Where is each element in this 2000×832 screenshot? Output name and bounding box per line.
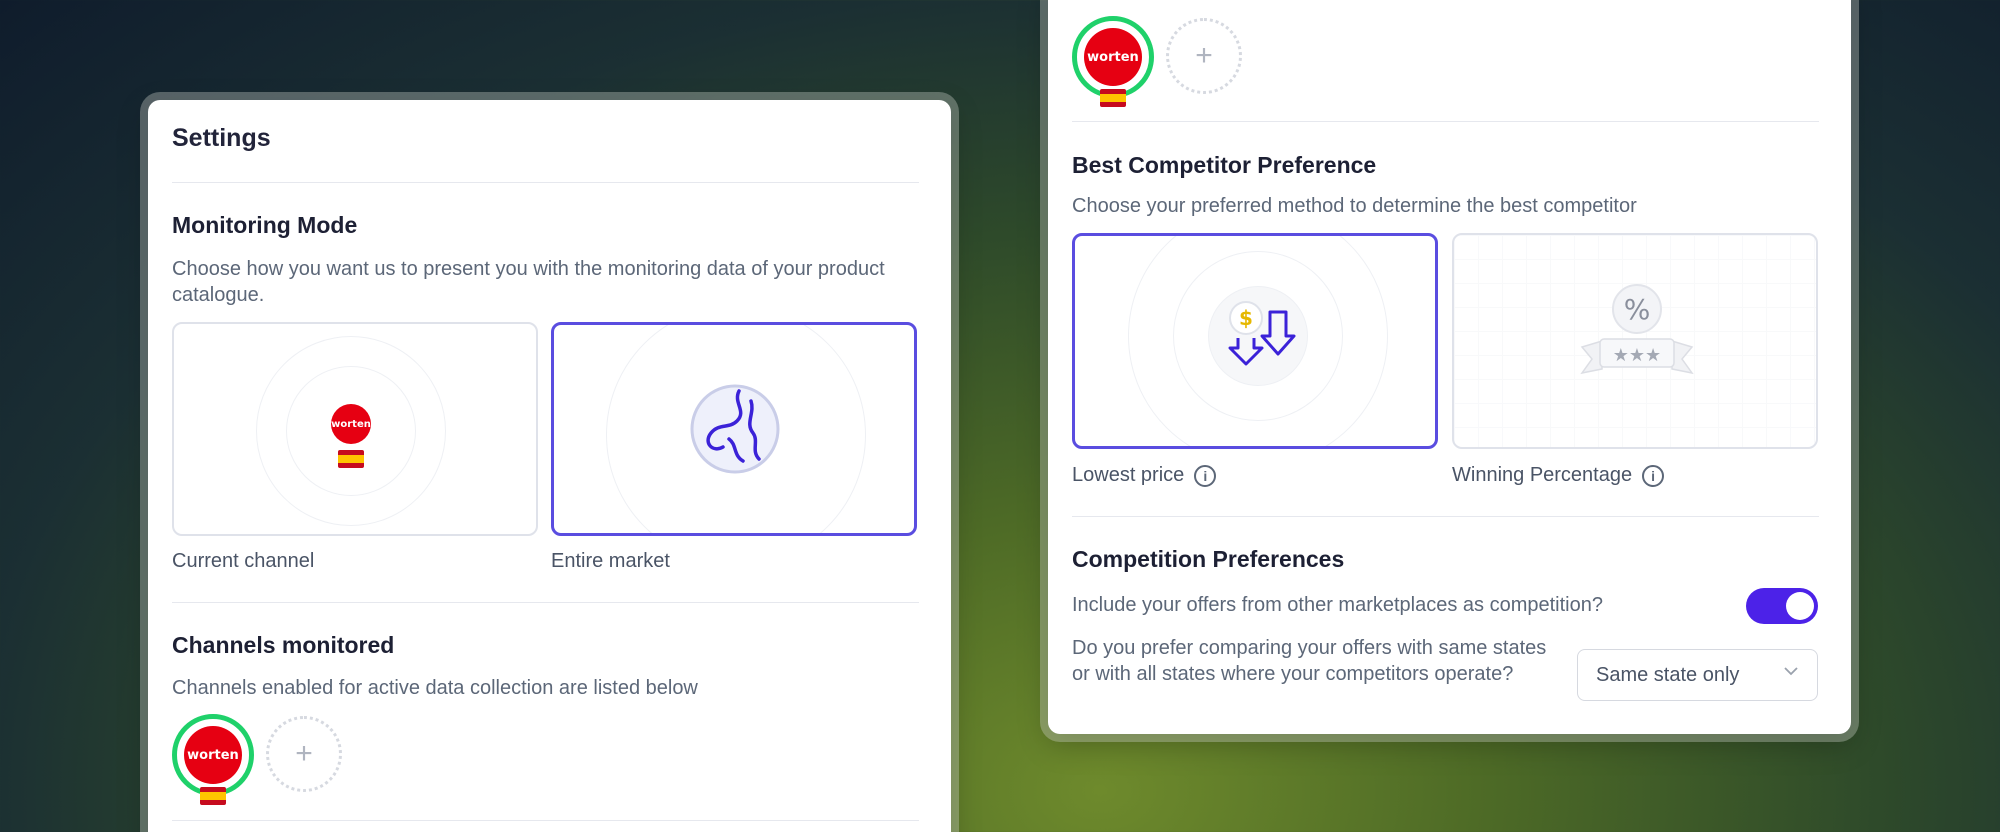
divider <box>1072 516 1819 517</box>
spain-flag-icon <box>200 787 226 805</box>
competition-preferences-heading: Competition Preferences <box>1072 546 1345 572</box>
winning-percentage-label: Winning Percentage i <box>1452 464 1665 487</box>
best-competitor-description: Choose your preferred method to determin… <box>1072 195 1637 217</box>
settings-panel: Settings Monitoring Mode Choose how you … <box>148 100 951 832</box>
worten-logo-icon: worten <box>184 726 242 784</box>
add-channel-button[interactable]: + <box>266 716 342 792</box>
current-channel-option[interactable]: worten <box>172 322 538 536</box>
divider <box>172 602 919 603</box>
competitor-settings-panel: worten + Best Competitor Preference Choo… <box>1048 0 1851 734</box>
states-select[interactable]: Same state only <box>1577 649 1818 701</box>
states-select-value: Same state only <box>1596 663 1740 686</box>
divider <box>172 820 919 821</box>
current-channel-label: Current channel <box>172 550 315 572</box>
info-icon[interactable]: i <box>1642 464 1665 487</box>
channels-monitored-heading: Channels monitored <box>172 632 395 658</box>
monitoring-mode-description: Choose how you want us to present you wi… <box>172 258 885 306</box>
spain-flag-icon <box>338 450 364 468</box>
lowest-price-option[interactable]: $ <box>1072 233 1438 449</box>
entire-market-option[interactable] <box>551 322 917 536</box>
lowest-price-label: Lowest price i <box>1072 464 1217 487</box>
monitoring-mode-heading: Monitoring Mode <box>172 212 358 238</box>
include-offers-toggle[interactable] <box>1746 588 1818 624</box>
spain-flag-icon <box>1100 89 1126 107</box>
info-icon[interactable]: i <box>1194 464 1217 487</box>
entire-market-label: Entire market <box>551 550 670 572</box>
worten-logo-icon: worten <box>1084 28 1142 86</box>
svg-text:$: $ <box>1239 306 1253 330</box>
percent-badge-icon: % ★★★ <box>1580 284 1694 375</box>
svg-text:★★★: ★★★ <box>1613 345 1661 366</box>
price-down-icon: $ <box>1228 301 1296 366</box>
add-channel-button[interactable]: + <box>1166 18 1242 94</box>
settings-title: Settings <box>172 124 271 152</box>
divider <box>1072 121 1819 122</box>
winning-percentage-option[interactable]: % ★★★ <box>1452 233 1818 449</box>
globe-map-icon <box>690 384 780 474</box>
divider <box>172 182 919 183</box>
worten-logo-icon: worten <box>331 404 371 444</box>
plus-icon: + <box>295 737 313 770</box>
best-competitor-heading: Best Competitor Preference <box>1072 152 1377 178</box>
plus-icon: + <box>1195 39 1213 72</box>
chevron-down-icon <box>1783 663 1799 684</box>
svg-text:%: % <box>1624 293 1651 326</box>
toggle-knob <box>1786 592 1814 620</box>
states-question: Do you prefer comparing your offers with… <box>1072 637 1547 685</box>
channels-monitored-description: Channels enabled for active data collect… <box>172 677 698 699</box>
include-offers-question: Include your offers from other marketpla… <box>1072 594 1603 616</box>
